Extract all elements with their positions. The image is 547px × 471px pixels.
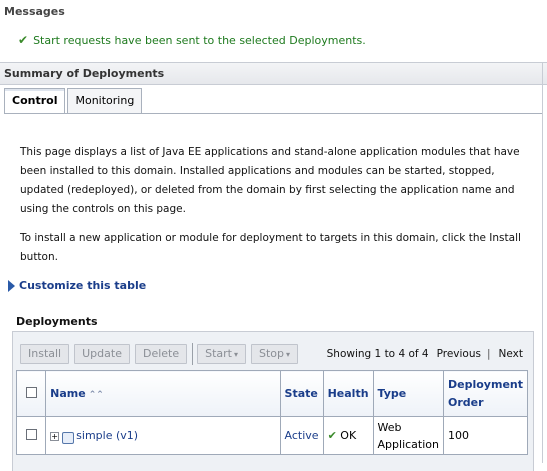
deployments-table: Name ⌃⌃ State Health Type Deployment Orde… — [15, 370, 528, 455]
update-button[interactable]: Update — [74, 344, 130, 364]
tab-divider — [4, 113, 542, 114]
check-icon: ✔ — [18, 33, 29, 47]
customize-table-link[interactable]: Customize this table — [19, 279, 146, 292]
select-all-checkbox[interactable] — [25, 386, 37, 398]
health-value: OK — [340, 429, 357, 442]
column-header-type[interactable]: Type — [372, 370, 445, 417]
success-message: ✔ Start requests have been sent to the s… — [18, 33, 366, 47]
column-header-state[interactable]: State — [279, 370, 324, 417]
deployments-table-container: Install Update Delete Start ▾ Stop ▾ Showi… — [12, 331, 534, 471]
stop-dropdown-button[interactable]: Stop ▾ — [251, 344, 299, 364]
expand-triangle-icon — [8, 279, 15, 292]
deployment-name-link[interactable]: simple (v1) — [76, 429, 138, 442]
column-header-name[interactable]: Name ⌃⌃ — [45, 370, 281, 417]
row-checkbox[interactable] — [25, 428, 37, 440]
pagination: Showing 1 to 4 of 4 Previous | Next — [327, 348, 523, 360]
pagination-separator: | — [486, 348, 491, 360]
messages-section: Messages ✔ Start requests have been sent… — [0, 0, 547, 62]
start-button-label: Start — [205, 347, 232, 360]
ok-check-icon: ✔ — [327, 429, 337, 442]
table-header-row: Name ⌃⌃ State Health Type Deployment Orde… — [15, 370, 528, 417]
row-select-cell — [15, 416, 47, 455]
column-header-deployment-order[interactable]: Deployment Order — [443, 370, 528, 417]
health-cell: ✔ OK — [322, 416, 374, 455]
previous-link[interactable]: Previous — [437, 348, 481, 360]
tab-monitoring[interactable]: Monitoring — [67, 88, 143, 113]
application-icon — [62, 432, 75, 444]
sort-icon[interactable]: ⌃⌃ — [89, 390, 104, 400]
messages-title: Messages — [4, 5, 65, 18]
summary-panel: Summary of Deployments Control Monitorin… — [0, 62, 547, 471]
summary-title: Summary of Deployments — [4, 67, 165, 80]
deployments-title: Deployments — [16, 315, 98, 328]
state-cell: Active — [279, 416, 324, 455]
tab-bar: Control Monitoring — [4, 88, 144, 113]
name-cell: + simple (v1) — [45, 416, 281, 455]
type-cell: Web Application — [372, 416, 445, 455]
page-description: This page displays a list of Java EE app… — [20, 146, 520, 215]
deployment-order-cell: 100 — [443, 416, 528, 455]
chevron-down-icon: ▾ — [234, 350, 239, 359]
chevron-down-icon: ▾ — [286, 350, 291, 359]
deployments-toolbar: Install Update Delete Start ▾ Stop ▾ — [20, 343, 303, 365]
success-message-text: Start requests have been sent to the sel… — [33, 33, 366, 47]
install-button[interactable]: Install — [20, 344, 70, 364]
table-row: + simple (v1) Active ✔ OK Web Application… — [15, 416, 528, 455]
next-link[interactable]: Next — [499, 348, 523, 360]
delete-button[interactable]: Delete — [134, 344, 188, 364]
start-dropdown-button[interactable]: Start ▾ — [197, 344, 247, 364]
toolbar-separator — [192, 343, 194, 365]
tab-control[interactable]: Control — [4, 88, 66, 113]
select-all-header — [15, 370, 47, 417]
state-link[interactable]: Active — [285, 429, 319, 442]
name-column-label: Name — [50, 387, 86, 400]
expand-plus-icon[interactable]: + — [50, 431, 60, 441]
panel-border — [542, 63, 543, 463]
customize-table-toggle[interactable]: Customize this table — [8, 279, 146, 292]
summary-title-bar: Summary of Deployments — [0, 63, 547, 85]
install-hint: To install a new application or module f… — [20, 232, 521, 263]
stop-button-label: Stop — [259, 347, 285, 360]
column-header-health[interactable]: Health — [322, 370, 374, 417]
showing-count: Showing 1 to 4 of 4 — [326, 348, 429, 360]
